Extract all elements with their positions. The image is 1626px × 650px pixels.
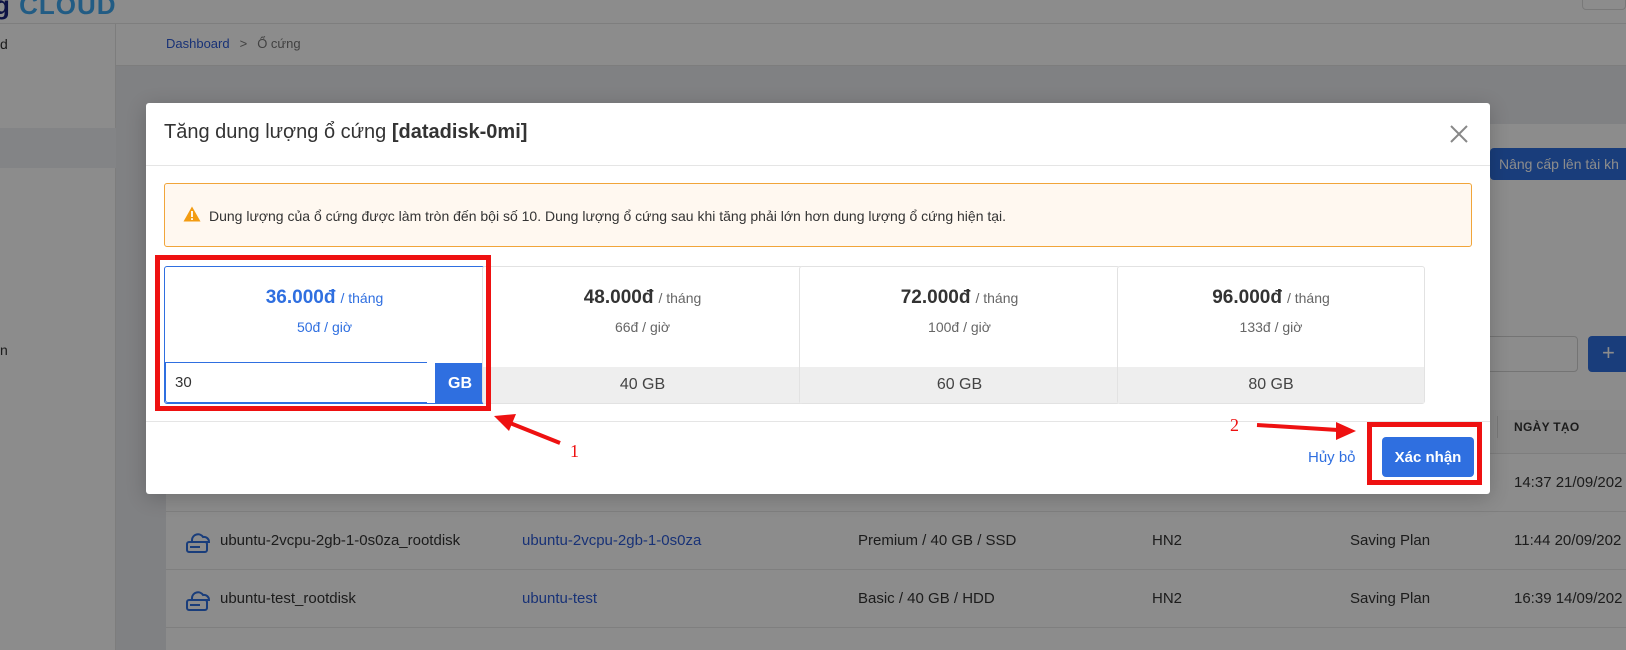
annotation-label-1: 1 <box>570 441 579 461</box>
annotation-label-2: 2 <box>1230 415 1239 435</box>
annotation-arrows <box>494 414 1356 445</box>
